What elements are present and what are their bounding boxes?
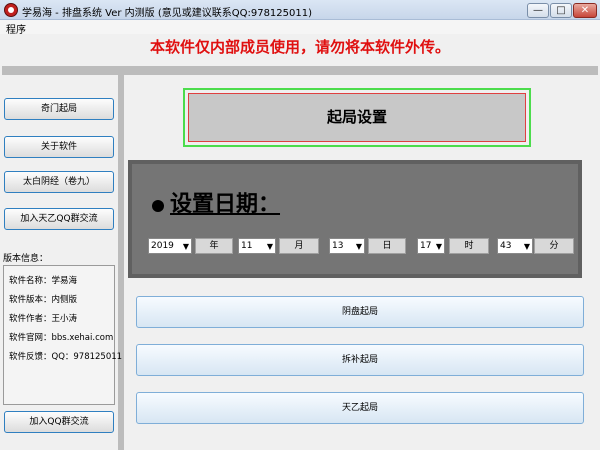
- dropdown-arrow-icon: ▼: [435, 242, 442, 251]
- dropdown-arrow-icon: ▼: [523, 242, 530, 251]
- date-heading: 设置日期：: [170, 192, 281, 217]
- warning-banner: 本软件仅内部成员使用，请勿将本软件外传。: [149, 38, 450, 56]
- year-select[interactable]: 2019 ▼: [148, 238, 192, 254]
- bullet-icon: [152, 200, 164, 212]
- minute-value: 43: [500, 241, 512, 251]
- version-number: 软件版本：内侧版: [9, 295, 78, 305]
- tianyi-start-button[interactable]: 天乙起局: [136, 392, 584, 424]
- title-bar: 学易海 - 排盘系统 Ver 内测版 (意见或建议联系QQ:978125011)…: [0, 0, 600, 20]
- yinpan-start-button[interactable]: 阴盘起局: [136, 296, 584, 328]
- version-info-box: 软件名称：学易海 软件版本：内侧版 软件作者：王小涛 软件官网：bbs.xeha…: [3, 265, 122, 405]
- hour-value: 17: [420, 241, 432, 251]
- about-software-button[interactable]: 关于软件: [4, 136, 114, 158]
- day-select[interactable]: 13 ▼: [329, 238, 365, 254]
- hour-unit-label: 时: [449, 238, 489, 254]
- minute-unit-label: 分: [534, 238, 574, 254]
- version-info-title: 版本信息：: [3, 254, 49, 264]
- menu-item-program[interactable]: 程序: [6, 21, 26, 36]
- sidebar-separator: [118, 66, 124, 450]
- chaibu-start-button[interactable]: 拆补起局: [136, 344, 584, 376]
- menu-bar: 程序: [0, 20, 600, 36]
- version-feedback: 软件反馈：QQ：978125011: [9, 352, 123, 362]
- version-author: 软件作者：王小涛: [9, 314, 78, 324]
- month-value: 11: [241, 241, 253, 251]
- setup-title-frame: 起局设置: [183, 88, 531, 147]
- divider-strip: [2, 66, 598, 75]
- setup-title: 起局设置: [188, 93, 526, 142]
- close-button[interactable]: ✕: [573, 3, 597, 18]
- dropdown-arrow-icon: ▼: [182, 242, 189, 251]
- month-unit-label: 月: [279, 238, 319, 254]
- version-website: 软件官网：bbs.xehai.com: [9, 333, 114, 343]
- dropdown-arrow-icon: ▼: [355, 242, 362, 251]
- minute-select[interactable]: 43 ▼: [497, 238, 533, 254]
- version-name: 软件名称：学易海: [9, 276, 78, 286]
- maximize-button[interactable]: □: [550, 3, 572, 18]
- qimen-start-button[interactable]: 奇门起局: [4, 98, 114, 120]
- hour-select[interactable]: 17 ▼: [417, 238, 445, 254]
- join-tianyi-qq-button[interactable]: 加入天乙QQ群交流: [4, 208, 114, 230]
- date-panel-inner: 设置日期： 2019 ▼ 年 11 ▼ 月 13 ▼ 日 17 ▼ 时 43 ▼ 分: [132, 164, 578, 274]
- dropdown-arrow-icon: ▼: [266, 242, 273, 251]
- month-select[interactable]: 11 ▼: [238, 238, 276, 254]
- day-unit-label: 日: [368, 238, 406, 254]
- year-unit-label: 年: [195, 238, 233, 254]
- day-value: 13: [332, 241, 344, 251]
- minimize-button[interactable]: —: [527, 3, 549, 18]
- app-logo-icon: [4, 3, 18, 17]
- window-title: 学易海 - 排盘系统 Ver 内测版 (意见或建议联系QQ:978125011): [22, 8, 313, 19]
- date-panel: 设置日期： 2019 ▼ 年 11 ▼ 月 13 ▼ 日 17 ▼ 时 43 ▼ 分: [128, 160, 582, 278]
- year-value: 2019: [151, 241, 174, 251]
- join-qq-group-button[interactable]: 加入QQ群交流: [4, 411, 114, 433]
- taibai-yinjing-button[interactable]: 太白阴经（卷九）: [4, 171, 114, 193]
